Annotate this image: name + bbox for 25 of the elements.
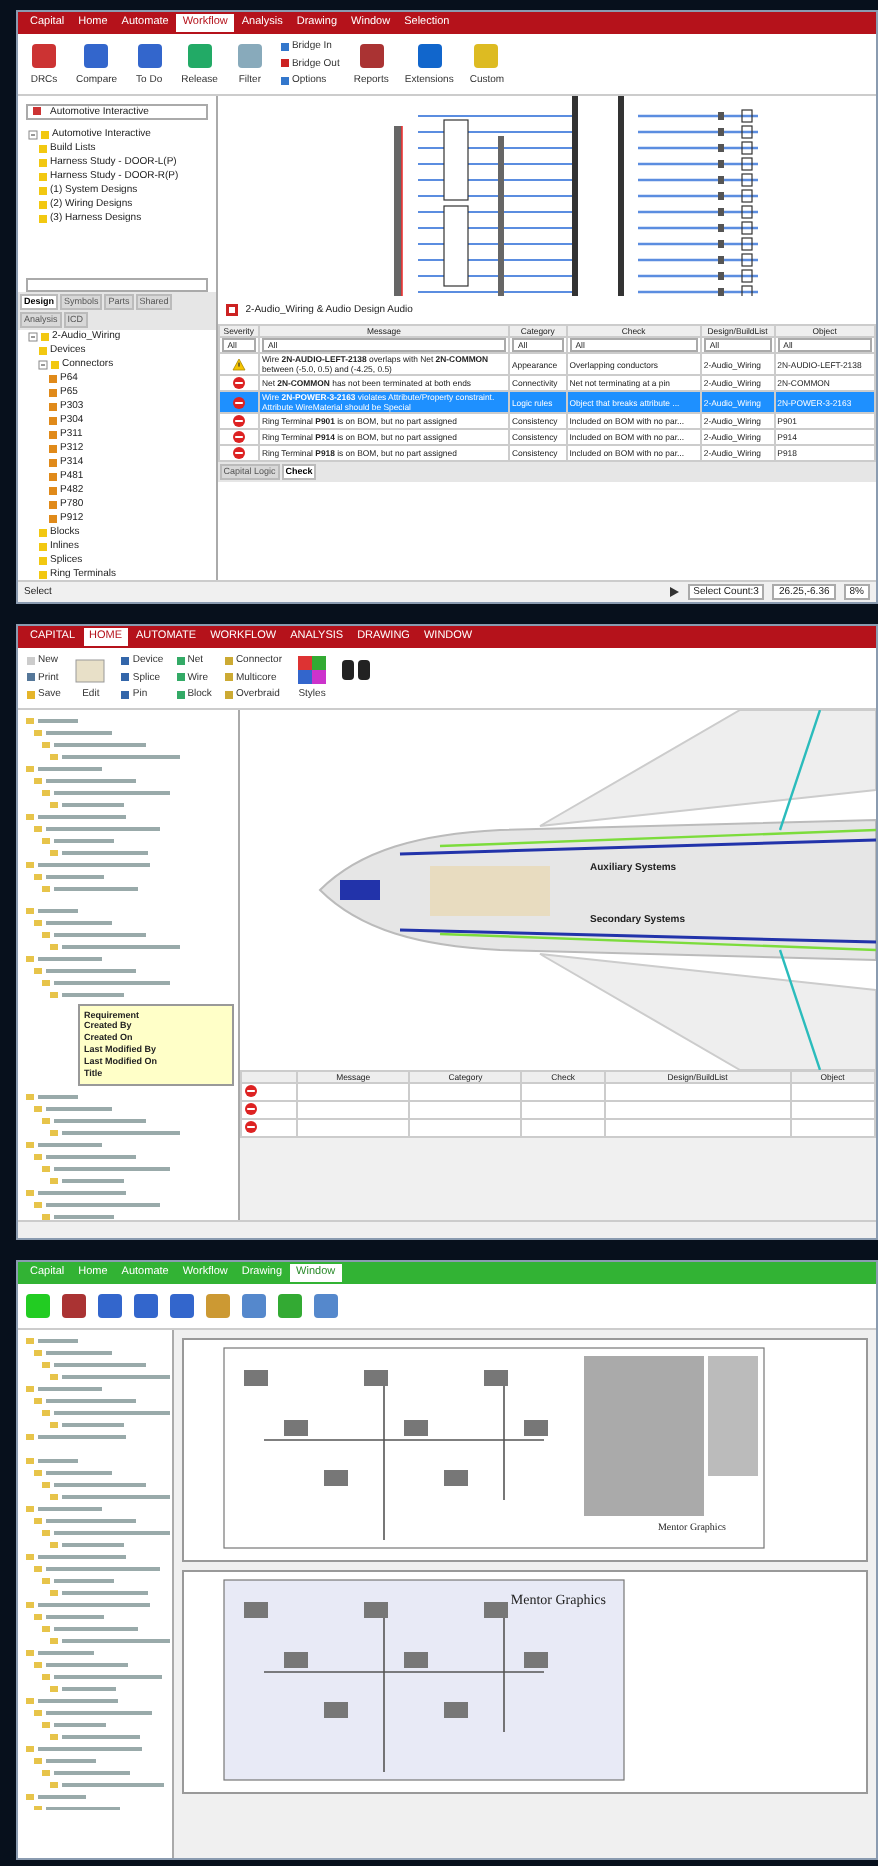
tool-icon[interactable] bbox=[96, 1290, 124, 1323]
check-report-icon bbox=[225, 303, 238, 316]
project-icon bbox=[32, 106, 42, 117]
tool-icon[interactable] bbox=[240, 1290, 268, 1323]
tool-icon[interactable] bbox=[312, 1290, 340, 1323]
expander-icon[interactable] bbox=[28, 331, 38, 341]
tool-icon bbox=[80, 40, 113, 73]
play-icon bbox=[667, 585, 680, 598]
tool-icon[interactable] bbox=[132, 1290, 160, 1323]
tool-icon bbox=[133, 40, 166, 73]
tool-icon bbox=[28, 40, 60, 73]
tool-icon bbox=[233, 40, 266, 73]
tool-icon[interactable] bbox=[276, 1290, 304, 1323]
tool-icon bbox=[183, 40, 216, 73]
styles-icon bbox=[296, 654, 329, 687]
expander-icon[interactable] bbox=[38, 359, 48, 369]
tool-icon[interactable] bbox=[168, 1290, 196, 1323]
expander-icon[interactable] bbox=[28, 130, 38, 141]
binoculars-icon bbox=[340, 654, 373, 683]
tool-icon[interactable] bbox=[60, 1290, 88, 1323]
tool-icon bbox=[355, 40, 388, 73]
search-field[interactable] bbox=[26, 277, 208, 292]
edit-icon bbox=[74, 654, 107, 687]
tool-icon bbox=[470, 40, 503, 73]
tool-icon bbox=[413, 40, 446, 73]
